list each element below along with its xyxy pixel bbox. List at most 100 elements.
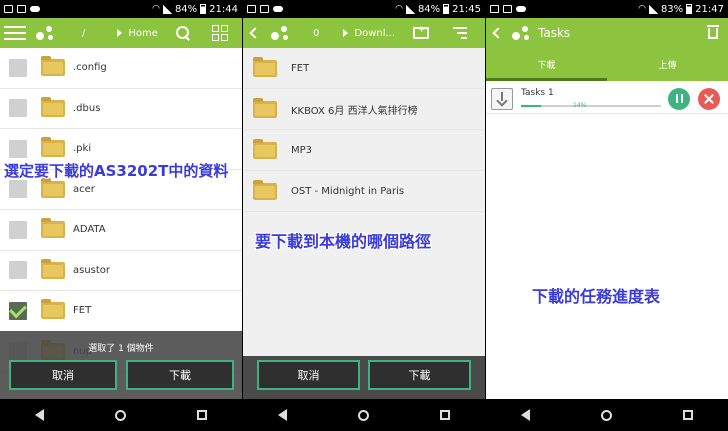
folder-icon (41, 299, 65, 320)
menu-icon[interactable] (4, 26, 26, 40)
folder-icon (41, 218, 65, 239)
item-label: FET (73, 305, 92, 317)
app-toolbar: / Home (0, 18, 242, 48)
breadcrumb-arrow-icon (343, 29, 349, 37)
cloud-icon (30, 6, 40, 12)
battery-percent: 84% (174, 3, 198, 15)
list-item[interactable]: OST - Midnight in Paris (243, 171, 485, 212)
breadcrumb-root[interactable]: / (82, 28, 85, 39)
wifi-icon: ◠ (395, 4, 403, 14)
folder-icon (253, 138, 277, 159)
breadcrumb-arrow-icon (117, 29, 123, 37)
new-folder-icon[interactable] (413, 25, 430, 39)
recent-apps-icon[interactable] (682, 410, 693, 420)
task-row[interactable]: Tasks 1 14% (486, 84, 728, 114)
recent-apps-icon[interactable] (439, 410, 450, 420)
item-label: FET (291, 62, 310, 74)
screen-destination-picker: ◠ 84% 21:45 0 Downl... FET KKBOX 6月 西洋人氣… (243, 0, 485, 431)
checkbox[interactable] (9, 139, 27, 158)
clock: 21:47 (695, 3, 724, 15)
system-nav-bar (486, 399, 728, 431)
checkbox[interactable] (9, 180, 27, 199)
battery-percent: 84% (417, 3, 441, 15)
folder-icon (41, 56, 65, 77)
item-label: .config (73, 62, 107, 74)
item-label: .dbus (73, 102, 101, 114)
list-item[interactable]: FET (243, 48, 485, 89)
item-label: .pki (73, 143, 92, 155)
back-icon[interactable] (35, 409, 45, 421)
grid-view-icon[interactable] (211, 25, 228, 41)
home-icon[interactable] (600, 409, 612, 421)
system-nav-bar (243, 399, 485, 431)
list-item[interactable]: KKBOX 6月 西洋人氣排行榜 (243, 89, 485, 130)
sort-icon[interactable] (453, 27, 468, 39)
action-panel: 取消 下載 (243, 356, 485, 399)
checkbox[interactable] (9, 261, 27, 280)
back-icon[interactable] (521, 409, 531, 421)
app-logo-icon (269, 24, 291, 42)
item-label: asustor (73, 264, 111, 276)
page-title: Tasks (538, 26, 571, 40)
app-logo-icon (510, 24, 532, 42)
home-icon[interactable] (114, 409, 126, 421)
checkbox[interactable] (9, 220, 27, 239)
item-label: KKBOX 6月 西洋人氣排行榜 (291, 105, 418, 117)
gallery-icon (260, 5, 269, 13)
pause-button[interactable] (668, 87, 690, 110)
list-item[interactable]: FET (0, 291, 242, 332)
battery-percent: 83% (660, 3, 684, 15)
cancel-task-button[interactable] (698, 87, 720, 110)
download-button[interactable]: 下載 (368, 360, 471, 390)
recent-apps-icon[interactable] (196, 410, 207, 420)
breadcrumb-count: 0 (313, 27, 320, 39)
folder-icon (41, 137, 65, 158)
annotation-select-files: 選定要下載的AS3202T中的資料 (4, 162, 229, 180)
back-icon[interactable] (278, 409, 288, 421)
progress-percent: 14% (573, 101, 587, 109)
selection-count: 選取了 1 個物件 (88, 344, 154, 354)
cloud-icon (273, 6, 283, 12)
cancel-button[interactable]: 取消 (9, 360, 117, 390)
checkbox[interactable] (9, 99, 27, 118)
back-chevron-icon[interactable] (249, 27, 261, 39)
gallery-icon (503, 5, 512, 13)
list-item[interactable]: asustor (0, 250, 242, 291)
wifi-icon: ◠ (152, 4, 160, 14)
battery-icon (443, 4, 450, 14)
screen-file-selection: ◠ 84% 21:44 / Home .config .dbus .pki ac… (0, 0, 242, 431)
trash-icon[interactable] (707, 24, 719, 39)
clock: 21:44 (209, 3, 238, 15)
back-chevron-icon[interactable] (492, 27, 504, 39)
task-name: Tasks 1 (521, 87, 554, 98)
home-icon[interactable] (357, 409, 369, 421)
task-tabs: 下載 上傳 (486, 48, 728, 81)
search-icon[interactable] (175, 26, 190, 40)
list-item[interactable]: .dbus (0, 88, 242, 129)
battery-icon (686, 4, 693, 14)
folder-icon (41, 96, 65, 117)
folder-icon (253, 179, 277, 200)
progress-bar (521, 104, 661, 107)
item-label: ADATA (73, 224, 106, 236)
checkbox-checked[interactable] (9, 301, 27, 320)
breadcrumb-current[interactable]: Downl... (354, 28, 395, 39)
selection-action-panel: 選取了 1 個物件 取消 下載 (0, 331, 242, 399)
cancel-button[interactable]: 取消 (257, 360, 360, 390)
clock: 21:45 (452, 3, 481, 15)
signal-icon (648, 4, 658, 14)
folder-icon (41, 258, 65, 279)
list-item[interactable]: ADATA (0, 210, 242, 251)
folder-list: FET KKBOX 6月 西洋人氣排行榜 MP3 OST - Midnight … (243, 48, 485, 212)
item-label: MP3 (291, 144, 313, 156)
list-item[interactable]: .config (0, 48, 242, 89)
tab-upload[interactable]: 上傳 (607, 48, 728, 81)
checkbox[interactable] (9, 58, 27, 77)
tab-download[interactable]: 下載 (486, 48, 607, 81)
breadcrumb-current[interactable]: Home (128, 28, 158, 39)
list-item[interactable]: MP3 (243, 130, 485, 171)
notification-icon (4, 5, 13, 13)
download-button[interactable]: 下載 (126, 360, 234, 390)
status-bar: ◠ 84% 21:44 (0, 0, 242, 18)
notification-icon (490, 5, 499, 13)
